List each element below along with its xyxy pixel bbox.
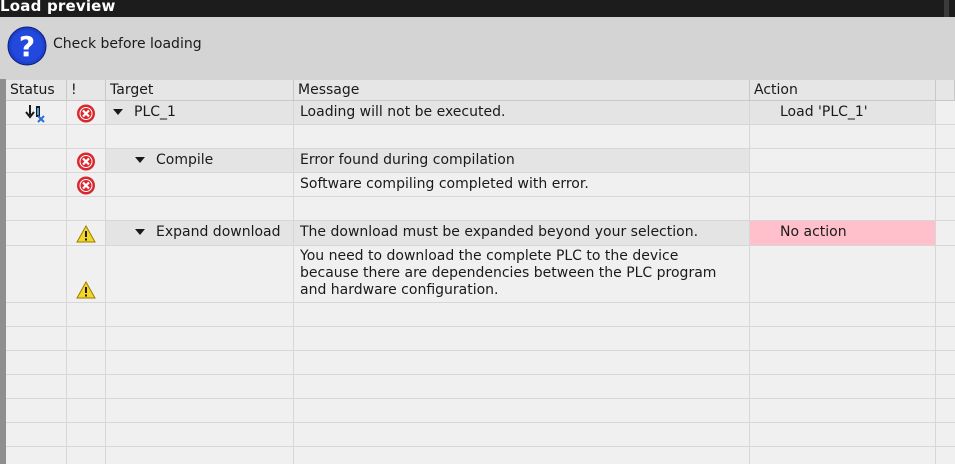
error-icon [77, 104, 96, 124]
header-text: Check before loading [53, 36, 202, 52]
column-header-action[interactable]: Action [750, 80, 936, 100]
action-cell [750, 246, 936, 302]
message-text: Loading will not be executed. [300, 104, 506, 120]
target-label: Expand download [156, 224, 281, 240]
target-cell[interactable]: PLC_1 [106, 101, 294, 124]
error-icon [77, 176, 96, 196]
empty-row [6, 375, 955, 399]
action-value[interactable]: Load 'PLC_1' [780, 104, 868, 120]
expand-arrow-icon[interactable] [135, 229, 145, 235]
table-row [6, 197, 955, 221]
expand-arrow-icon[interactable] [135, 157, 145, 163]
target-cell [106, 125, 294, 148]
column-header-severity[interactable]: ! [67, 80, 106, 100]
table-header-row: Status ! Target Message Action [6, 80, 955, 101]
window-title: Load preview [0, 0, 116, 15]
table-row[interactable]: Software compiling completed with error. [6, 173, 955, 197]
message-cell: The download must be expanded beyond you… [294, 221, 750, 245]
severity-cell [67, 221, 106, 245]
action-cell [750, 173, 936, 196]
table-row[interactable]: Expand download The download must be exp… [6, 221, 955, 246]
status-cell [6, 246, 67, 302]
message-text: You need to download the complete PLC to… [300, 248, 717, 298]
target-label: PLC_1 [134, 104, 176, 120]
empty-row [6, 303, 955, 327]
severity-cell [67, 246, 106, 302]
empty-row [6, 399, 955, 423]
severity-cell [67, 101, 106, 124]
target-cell [106, 246, 294, 302]
message-text: The download must be expanded beyond you… [300, 224, 699, 240]
title-bar: Load preview [0, 0, 955, 17]
load-preview-table: Status ! Target Message Action PLC_1 Loa… [6, 80, 955, 464]
message-cell: Software compiling completed with error. [294, 173, 750, 196]
target-cell[interactable]: Compile [106, 149, 294, 172]
severity-cell [67, 197, 106, 220]
action-cell[interactable]: Load 'PLC_1' [750, 101, 936, 124]
table-row[interactable]: PLC_1 Loading will not be executed. Load… [6, 101, 955, 125]
help-icon: ? [7, 26, 47, 66]
message-cell: You need to download the complete PLC to… [294, 246, 750, 302]
empty-row [6, 351, 955, 375]
header-area: ? Check before loading [0, 17, 955, 79]
empty-row [6, 423, 955, 447]
severity-cell [67, 173, 106, 196]
message-cell: Error found during compilation [294, 149, 750, 172]
status-cell [6, 125, 67, 148]
message-text: Error found during compilation [300, 152, 515, 168]
column-header-status[interactable]: Status [6, 80, 67, 100]
status-cell [6, 173, 67, 196]
target-cell[interactable]: Expand download [106, 221, 294, 245]
status-cell [6, 221, 67, 245]
column-header-message[interactable]: Message [294, 80, 750, 100]
action-cell[interactable]: No action [750, 221, 936, 245]
warning-icon [76, 224, 96, 245]
empty-row [6, 327, 955, 351]
target-label: Compile [156, 152, 214, 168]
message-cell: Loading will not be executed. [294, 101, 750, 124]
table-row [6, 125, 955, 149]
title-bar-control [944, 0, 949, 17]
status-cell [6, 197, 67, 220]
svg-text:?: ? [19, 30, 35, 63]
action-cell [750, 197, 936, 220]
column-header-filler [936, 80, 955, 100]
action-cell [750, 125, 936, 148]
table-row[interactable]: You need to download the complete PLC to… [6, 246, 955, 303]
target-cell [106, 197, 294, 220]
table-row[interactable]: Compile Error found during compilation [6, 149, 955, 173]
action-value[interactable]: No action [780, 224, 847, 240]
message-cell [294, 125, 750, 148]
action-cell [750, 149, 936, 172]
severity-cell [67, 125, 106, 148]
empty-row [6, 447, 955, 464]
message-cell [294, 197, 750, 220]
status-cell [6, 149, 67, 172]
status-cell [6, 101, 67, 124]
message-text: Software compiling completed with error. [300, 176, 589, 192]
download-status-icon [25, 104, 47, 124]
warning-icon [76, 280, 96, 302]
severity-cell [67, 149, 106, 172]
column-header-target[interactable]: Target [106, 80, 294, 100]
target-cell [106, 173, 294, 196]
expand-arrow-icon[interactable] [113, 109, 123, 115]
error-icon [77, 152, 96, 172]
